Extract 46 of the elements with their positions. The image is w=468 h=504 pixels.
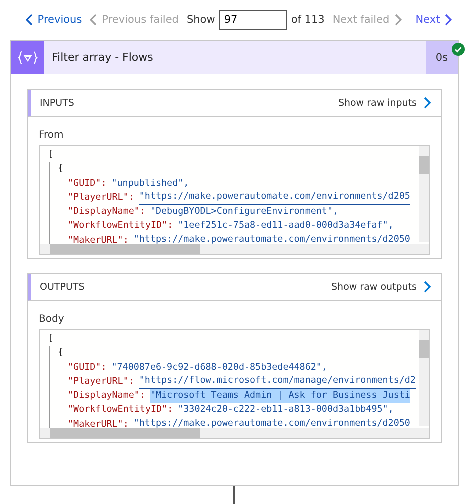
vertical-scrollbar[interactable] — [419, 330, 429, 426]
json-key: "PlayerURL": — [68, 374, 134, 390]
json-value: "1eef251c-75a8-ed11-aad0-000d3a34efaf", — [178, 219, 394, 234]
json-value: "740087e6-9c92-d688-020d-85b3ede44862", — [112, 360, 328, 375]
json-value: "DebugBYODL>ConfigureEnvironment", — [150, 205, 339, 220]
json-value: "33024c20-c222-eb11-a813-000d3a1bb495", — [178, 403, 394, 418]
code-bracket: [ — [48, 332, 55, 346]
json-key: "WorkflowEntityID": — [68, 403, 174, 418]
field-label: Body — [39, 314, 66, 325]
action-title: Filter array - Flows — [51, 51, 154, 64]
json-value: "Microsoft Teams Admin | Ask for Business Justi — [150, 389, 410, 404]
show-raw-link[interactable]: Show raw inputs — [338, 97, 431, 109]
chevron-left-icon — [26, 14, 34, 26]
show-raw-link[interactable]: Show raw outputs — [332, 281, 431, 293]
chevron-left-icon — [90, 14, 98, 26]
url-link[interactable]: "https://make.powerautomate.com/environments/d205 — [139, 190, 410, 206]
vertical-scrollbar[interactable] — [419, 146, 429, 242]
json-key: "GUID": — [68, 360, 107, 375]
code-brace: { — [58, 162, 65, 176]
show-label: Show — [186, 14, 216, 26]
json-key: "PlayerURL": — [68, 190, 134, 206]
section-title: OUTPUTS — [40, 282, 85, 292]
action-header[interactable]: Filter array - Flows 0s — [11, 41, 458, 74]
chevron-right-icon — [394, 14, 402, 26]
json-key: "GUID": — [68, 176, 107, 191]
code-bracket: [ — [48, 148, 55, 162]
chevron-right-icon — [423, 281, 431, 293]
previous-link[interactable]: Previous — [26, 14, 82, 26]
chevron-right-icon — [444, 14, 452, 26]
chevron-right-icon — [423, 97, 431, 109]
horizontal-scrollbar[interactable] — [40, 244, 429, 254]
horizontal-scrollbar[interactable] — [40, 428, 429, 438]
section-title: INPUTS — [40, 98, 74, 108]
json-value: "unpublished", — [112, 176, 190, 191]
duration-label: 0s — [426, 41, 458, 74]
json-key: "DisplayName": — [68, 389, 146, 404]
code-brace: { — [58, 346, 65, 360]
filter-icon — [11, 41, 44, 74]
field-label: From — [39, 130, 65, 141]
next-link[interactable]: Next — [416, 14, 452, 26]
json-key: "MakerURL": — [68, 234, 129, 248]
json-key: "DisplayName": — [68, 205, 146, 220]
run-number-field[interactable]: 97 — [219, 10, 288, 30]
run-count-label: of 113 — [291, 14, 325, 26]
json-key: "MakerURL": — [68, 418, 129, 432]
json-key: "WorkflowEntityID": — [68, 219, 174, 234]
